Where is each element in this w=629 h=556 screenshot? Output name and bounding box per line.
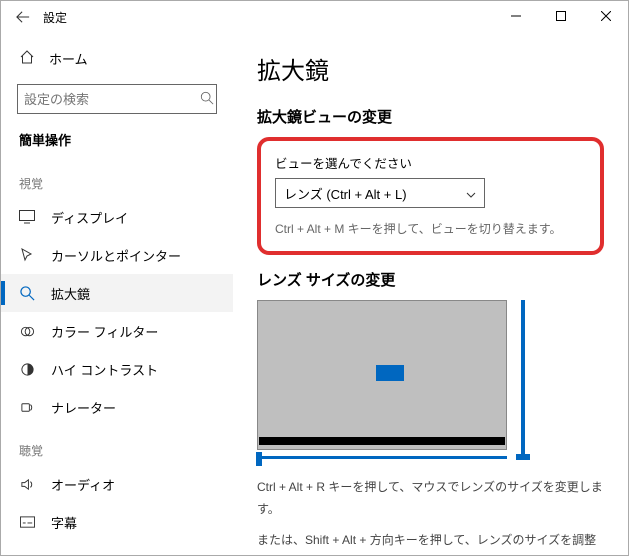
arrow-left-icon (16, 10, 30, 24)
sidebar-item-label: 拡大鏡 (51, 284, 90, 303)
audio-icon (19, 477, 35, 492)
titlebar: 設定 (1, 1, 628, 33)
sidebar-item-label: ハイ コントラスト (51, 360, 158, 379)
close-icon (601, 11, 611, 21)
sidebar-item-label: カーソルとポインター (51, 246, 181, 265)
sidebar-item-label: 字幕 (51, 513, 77, 532)
sidebar-item-colorfilter[interactable]: カラー フィルター (1, 312, 233, 350)
content-area: ホーム 簡単操作 視覚 ディスプレイ カーソルとポインター 拡大鏡 (1, 33, 628, 555)
view-help-text: Ctrl + Alt + M キーを押して、ビューを切り替えます。 (275, 220, 586, 237)
search-box[interactable] (17, 84, 217, 114)
chevron-down-icon (466, 186, 476, 201)
sidebar-group-vision: 視覚 (1, 159, 233, 198)
sidebar-item-label: カラー フィルター (51, 322, 158, 341)
section-lenssize: レンズ サイズの変更 (257, 269, 604, 290)
sidebar: ホーム 簡単操作 視覚 ディスプレイ カーソルとポインター 拡大鏡 (1, 33, 233, 555)
home-icon (19, 49, 35, 68)
sidebar-section-title: 簡単操作 (1, 126, 233, 159)
selected-view-value: レンズ (Ctrl + Alt + L) (284, 184, 407, 203)
minimize-button[interactable] (493, 1, 538, 31)
lens-help-1: Ctrl + Alt + R キーを押して、マウスでレンズのサイズを変更します。 (257, 477, 604, 520)
captions-icon (19, 516, 35, 529)
sidebar-group-hearing: 聴覚 (1, 426, 233, 465)
magnifier-icon (19, 286, 35, 301)
sidebar-item-captions[interactable]: 字幕 (1, 503, 233, 541)
minimize-icon (511, 11, 521, 21)
search-input[interactable] (24, 92, 200, 107)
maximize-button[interactable] (538, 1, 583, 31)
window-controls (493, 1, 628, 31)
window-title: 設定 (43, 9, 67, 26)
search-icon (200, 91, 214, 108)
section-viewchange: 拡大鏡ビューの変更 (257, 106, 604, 127)
back-button[interactable] (11, 5, 35, 29)
horizontal-slider-track[interactable] (257, 456, 507, 459)
lens-blackbar (259, 437, 505, 445)
close-button[interactable] (583, 1, 628, 31)
maximize-icon (556, 11, 566, 21)
horizontal-slider-thumb[interactable] (256, 452, 262, 466)
sidebar-item-narrator[interactable]: ナレーター (1, 388, 233, 426)
contrast-icon (19, 362, 35, 377)
sidebar-item-label: オーディオ (51, 475, 115, 494)
sidebar-item-cursor[interactable]: カーソルとポインター (1, 236, 233, 274)
sidebar-item-label: ナレーター (51, 398, 116, 417)
select-view-label: ビューを選んでください (275, 153, 586, 172)
sidebar-item-magnifier[interactable]: 拡大鏡 (1, 274, 233, 312)
vertical-slider-thumb[interactable] (516, 454, 530, 460)
sidebar-home[interactable]: ホーム (1, 41, 233, 76)
sidebar-item-audio[interactable]: オーディオ (1, 465, 233, 503)
main-panel: 拡大鏡 拡大鏡ビューの変更 ビューを選んでください レンズ (Ctrl + Al… (233, 33, 628, 555)
sidebar-item-highcontrast[interactable]: ハイ コントラスト (1, 350, 233, 388)
view-select[interactable]: レンズ (Ctrl + Alt + L) (275, 178, 485, 208)
display-icon (19, 210, 35, 224)
sidebar-item-display[interactable]: ディスプレイ (1, 198, 233, 236)
colorfilter-icon (19, 324, 35, 339)
narrator-icon (19, 400, 35, 415)
lens-area (257, 300, 604, 459)
sidebar-item-label: ディスプレイ (51, 208, 128, 227)
lens-preview-wrapper (257, 300, 515, 459)
vertical-slider-track[interactable] (521, 300, 525, 459)
lens-help-2: または、Shift + Alt + 方向キーを押して、レンズのサイズを調整します… (257, 530, 604, 555)
lens-indicator (376, 365, 404, 381)
settings-window: 設定 ホーム (0, 0, 629, 556)
page-title: 拡大鏡 (257, 51, 604, 86)
cursor-icon (19, 248, 35, 262)
home-label: ホーム (49, 49, 88, 68)
lens-preview (257, 300, 507, 450)
callout-box: ビューを選んでください レンズ (Ctrl + Alt + L) Ctrl + … (257, 137, 604, 255)
